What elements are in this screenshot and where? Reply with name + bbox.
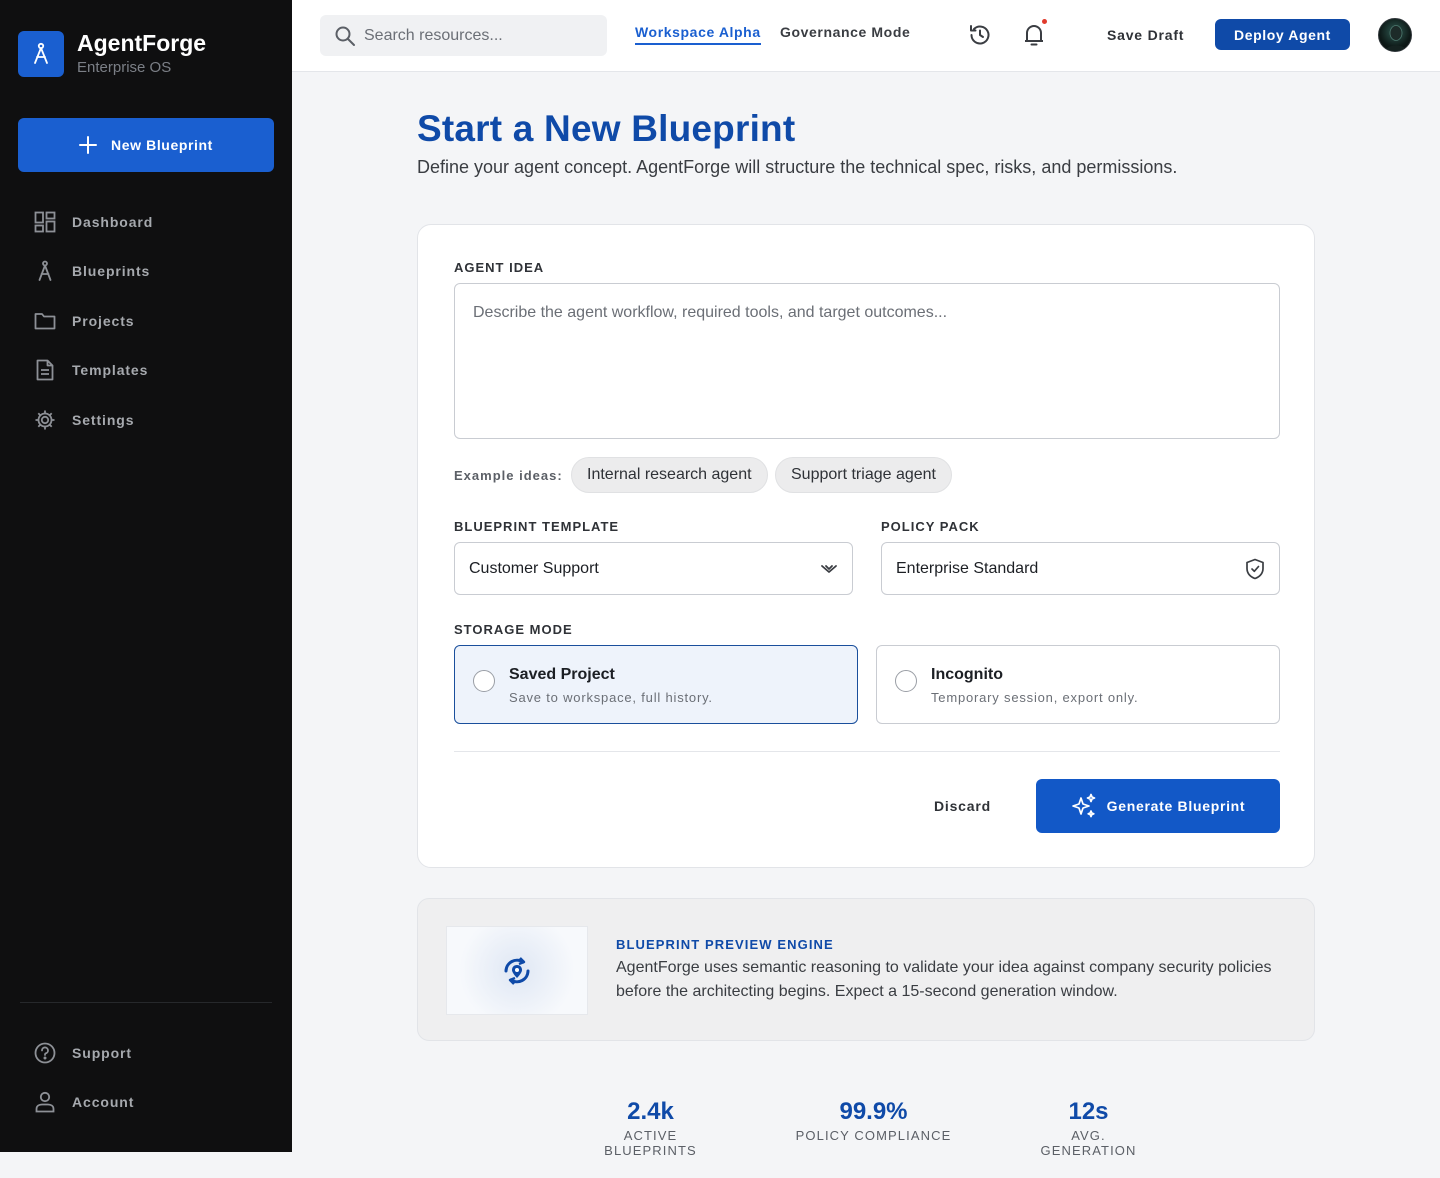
user-icon [34, 1091, 56, 1113]
folder-icon [34, 310, 56, 332]
stat-value: 12s [1068, 1098, 1109, 1125]
sidebar-item-label: Templates [72, 362, 149, 379]
preview-engine-description: AgentForge uses semantic reasoning to va… [616, 959, 1272, 1000]
storage-option-desc: Temporary session, export only. [931, 690, 1139, 705]
new-blueprint-label: New Blueprint [111, 137, 213, 153]
tab-workspace-alpha[interactable]: Workspace Alpha [635, 24, 761, 45]
new-blueprint-button[interactable]: New Blueprint [18, 118, 274, 172]
sidebar: AgentForge Enterprise OS New Blueprint D… [0, 0, 292, 1152]
stat-label: AVG. GENERATION [1040, 1128, 1137, 1158]
search-input[interactable] [364, 26, 594, 45]
page-subtitle: Define your agent concept. AgentForge wi… [417, 157, 1178, 177]
blueprint-template-select[interactable]: Customer Support [454, 542, 853, 595]
stat-active-blueprints: 2.4k ACTIVE BLUEPRINTS [578, 1098, 723, 1158]
sidebar-item-label: Account [72, 1094, 135, 1111]
example-chip[interactable]: Support triage agent [775, 457, 952, 493]
sidebar-item-label: Support [72, 1044, 132, 1061]
gear-icon [34, 409, 56, 431]
notification-bell-icon[interactable] [1021, 19, 1047, 48]
radio-button[interactable] [895, 670, 917, 692]
top-bar: Workspace Alpha Governance Mode Save Dra… [292, 0, 1440, 72]
agent-idea-textarea[interactable] [454, 283, 1280, 439]
brand-subtitle: Enterprise OS [77, 59, 172, 76]
avatar[interactable] [1378, 18, 1412, 52]
generate-blueprint-label: Generate Blueprint [1106, 798, 1246, 814]
sparkle-icon [1071, 793, 1096, 818]
tab-governance-mode[interactable]: Governance Mode [780, 24, 910, 40]
search-icon [335, 26, 355, 46]
policy-pack-value: Enterprise Standard [896, 559, 1039, 577]
save-draft-button[interactable]: Save Draft [1107, 27, 1184, 43]
stat-label: POLICY COMPLIANCE [795, 1128, 952, 1143]
blueprint-form-card: AGENT IDEA Example ideas: Internal resea… [417, 224, 1315, 868]
form-divider [454, 751, 1280, 752]
brand[interactable]: AgentForge Enterprise OS [18, 30, 206, 78]
sidebar-item-label: Dashboard [72, 213, 154, 230]
sidebar-item-projects[interactable]: Projects [0, 296, 292, 346]
example-chip[interactable]: Internal research agent [571, 457, 768, 493]
compass-logo-icon [18, 31, 64, 77]
example-ideas-label: Example ideas: [454, 468, 563, 483]
compass-icon [34, 260, 56, 282]
stat-avg-generation: 12s AVG. GENERATION [1022, 1098, 1155, 1158]
stat-policy-compliance: 99.9% POLICY COMPLIANCE [795, 1098, 952, 1143]
shield-icon [1246, 558, 1264, 579]
sidebar-item-account[interactable]: Account [0, 1078, 292, 1128]
refresh-pin-icon [504, 956, 530, 985]
storage-option-desc: Save to workspace, full history. [509, 690, 713, 705]
sidebar-item-blueprints[interactable]: Blueprints [0, 247, 292, 297]
storage-option-saved-project[interactable]: Saved Project Save to workspace, full hi… [454, 645, 858, 724]
sidebar-bottom-nav: Support Account [0, 1028, 292, 1127]
sidebar-item-support[interactable]: Support [0, 1028, 292, 1078]
plus-icon [79, 136, 98, 154]
stat-value: 2.4k [627, 1098, 674, 1125]
agent-idea-label: AGENT IDEA [454, 260, 545, 275]
storage-option-incognito[interactable]: Incognito Temporary session, export only… [876, 645, 1280, 724]
policy-pack-label: POLICY PACK [881, 519, 980, 534]
preview-engine-panel: BLUEPRINT PREVIEW ENGINE AgentForge uses… [417, 898, 1315, 1041]
page-title: Start a New Blueprint [417, 108, 796, 149]
sidebar-divider [20, 1002, 272, 1003]
deploy-agent-button[interactable]: Deploy Agent [1215, 19, 1350, 50]
document-icon [34, 359, 56, 381]
sidebar-item-label: Projects [72, 312, 135, 329]
brand-name: AgentForge [77, 30, 207, 56]
preview-engine-title: BLUEPRINT PREVIEW ENGINE [616, 937, 834, 952]
radio-button[interactable] [473, 670, 495, 692]
storage-mode-label: STORAGE MODE [454, 622, 573, 637]
history-icon[interactable] [967, 22, 993, 48]
sidebar-item-settings[interactable]: Settings [0, 395, 292, 445]
policy-pack-select[interactable]: Enterprise Standard [881, 542, 1280, 595]
preview-engine-image [446, 926, 588, 1015]
stat-value: 99.9% [839, 1098, 908, 1125]
sidebar-item-templates[interactable]: Templates [0, 346, 292, 396]
blueprint-template-label: BLUEPRINT TEMPLATE [454, 519, 620, 534]
search-box[interactable] [320, 15, 607, 56]
notification-dot [1042, 19, 1047, 24]
generate-blueprint-button[interactable]: Generate Blueprint [1036, 779, 1280, 833]
blueprint-template-value: Customer Support [469, 559, 599, 577]
chevron-down-icon [821, 564, 837, 573]
stat-label: ACTIVE BLUEPRINTS [604, 1128, 697, 1158]
sidebar-item-label: Settings [72, 411, 135, 428]
storage-option-title: Saved Project [509, 666, 615, 683]
storage-option-title: Incognito [931, 666, 1003, 683]
sidebar-nav: Dashboard Blueprints Projects Templates … [0, 197, 292, 445]
help-circle-icon [34, 1042, 56, 1064]
dashboard-grid-icon [34, 211, 56, 233]
sidebar-item-dashboard[interactable]: Dashboard [0, 197, 292, 247]
sidebar-item-label: Blueprints [72, 263, 151, 280]
discard-button[interactable]: Discard [934, 798, 991, 814]
